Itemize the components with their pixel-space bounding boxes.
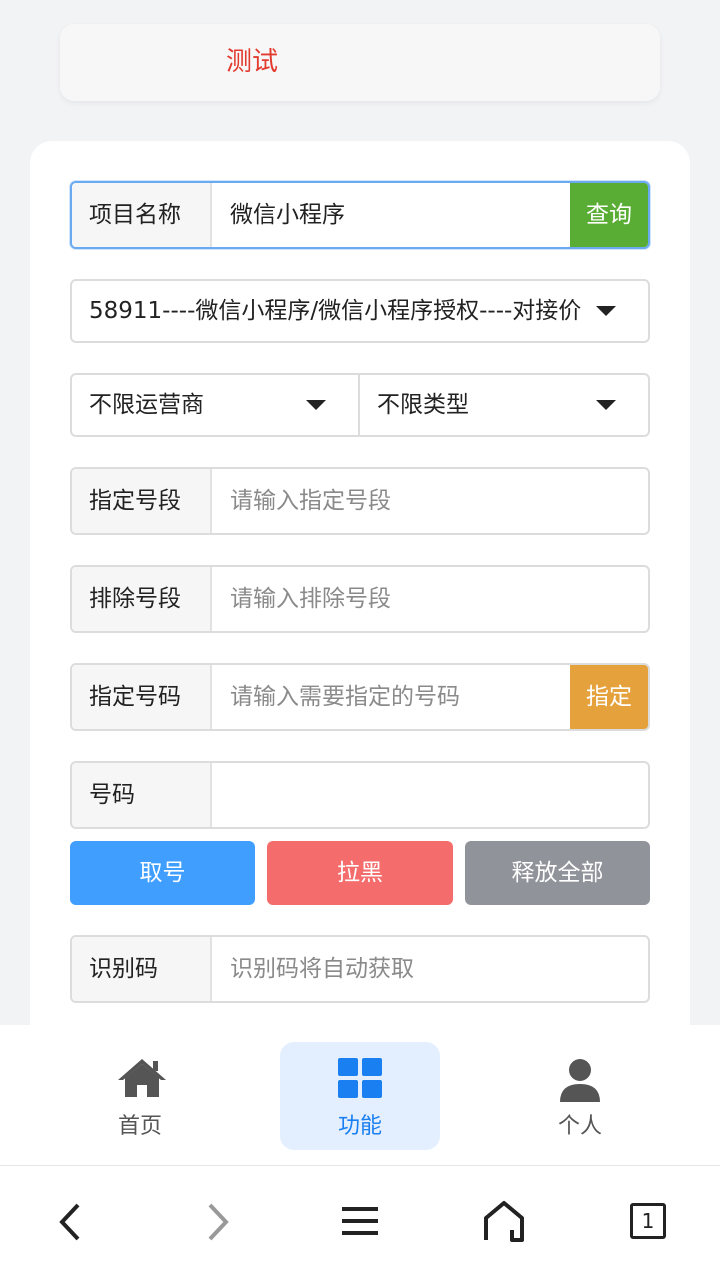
code-input[interactable]: 识别码将自动获取 — [212, 937, 648, 1001]
chevron-down-icon — [596, 306, 616, 316]
specify-row: 指定号码 请输入需要指定的号码 指定 — [70, 663, 650, 731]
number-label: 号码 — [72, 763, 212, 827]
project-select[interactable]: 58911----微信小程序/微信小程序授权----对接价 — [70, 279, 650, 343]
specify-label: 指定号码 — [72, 665, 212, 729]
project-select-value: 58911----微信小程序/微信小程序授权----对接价 — [89, 298, 582, 324]
get-number-button[interactable]: 取号 — [70, 841, 255, 905]
tab-functions-label: 功能 — [337, 1114, 382, 1139]
main-form-card: 项目名称 微信小程序 查询 58911----微信小程序/微信小程序授权----… — [30, 141, 690, 1141]
number-row: 号码 — [70, 761, 650, 829]
block-button[interactable]: 拉黑 — [267, 841, 453, 905]
code-label: 识别码 — [72, 937, 212, 1001]
project-name-label: 项目名称 — [72, 183, 212, 247]
browser-nav-bar: 1 — [0, 1166, 720, 1278]
forward-icon[interactable] — [202, 1202, 232, 1242]
type-select-value: 不限类型 — [377, 392, 469, 418]
user-icon — [560, 1059, 600, 1102]
operator-select-value: 不限运营商 — [89, 392, 204, 418]
grid-icon — [338, 1058, 382, 1098]
project-name-row: 项目名称 微信小程序 查询 — [70, 181, 650, 249]
release-all-button[interactable]: 释放全部 — [465, 841, 650, 905]
exclude-row: 排除号段 请输入排除号段 — [70, 565, 650, 633]
header-card: 测试 — [60, 24, 660, 101]
specify-input[interactable]: 请输入需要指定的号码 — [212, 665, 570, 729]
tab-home[interactable]: 首页 — [60, 1042, 220, 1150]
code-row: 识别码 识别码将自动获取 — [70, 935, 650, 1003]
tab-profile[interactable]: 个人 — [500, 1042, 660, 1150]
project-name-input[interactable]: 微信小程序 — [212, 183, 570, 247]
tabs-count-button[interactable]: 1 — [630, 1203, 666, 1239]
tab-profile-label: 个人 — [557, 1114, 602, 1139]
operator-select[interactable]: 不限运营商 — [70, 373, 360, 437]
chevron-down-icon — [306, 400, 326, 410]
home-nav-icon[interactable] — [482, 1200, 526, 1242]
bottom-tab-bar: 首页 功能 个人 — [0, 1025, 720, 1166]
prefix-input[interactable]: 请输入指定号段 — [212, 469, 648, 533]
exclude-input[interactable]: 请输入排除号段 — [212, 567, 648, 631]
home-icon — [118, 1059, 166, 1097]
tabs-count: 1 — [641, 1209, 655, 1233]
chevron-down-icon — [596, 400, 616, 410]
tab-functions[interactable]: 功能 — [280, 1042, 440, 1150]
query-button[interactable]: 查询 — [570, 183, 648, 247]
prefix-label: 指定号段 — [72, 469, 212, 533]
back-icon[interactable] — [56, 1202, 86, 1242]
page-title: 测试 — [226, 47, 279, 77]
specify-button[interactable]: 指定 — [570, 665, 648, 729]
number-input[interactable] — [212, 763, 648, 827]
type-select[interactable]: 不限类型 — [358, 373, 650, 437]
menu-icon[interactable] — [342, 1204, 378, 1238]
exclude-label: 排除号段 — [72, 567, 212, 631]
prefix-row: 指定号段 请输入指定号段 — [70, 467, 650, 535]
tab-home-label: 首页 — [117, 1114, 162, 1139]
